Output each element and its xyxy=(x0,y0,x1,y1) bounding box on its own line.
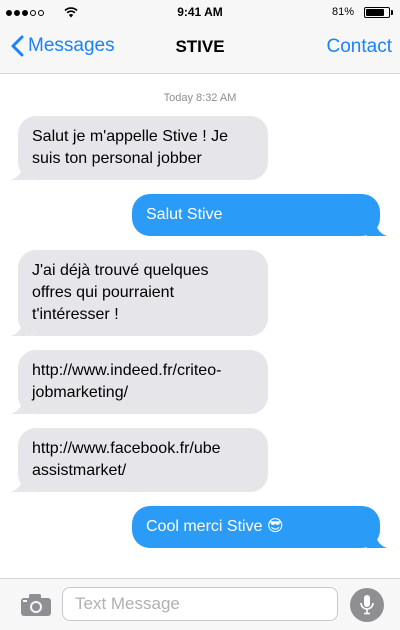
message-bubble-incoming[interactable]: http://www.indeed.fr/criteo- jobmarketin… xyxy=(11,350,268,414)
message-line: offres qui pourraient xyxy=(32,284,175,301)
status-bar: 9:41 AM 81% xyxy=(0,0,400,22)
message-line: suis ton personal jobber xyxy=(32,150,202,167)
battery-tip xyxy=(391,10,393,15)
camera-icon[interactable] xyxy=(20,593,52,617)
battery-icon xyxy=(364,7,390,18)
message-bubble-outgoing[interactable]: Cool merci Stive 😎 xyxy=(132,506,387,548)
message-line: Salut je m'appelle Stive ! Je xyxy=(32,128,229,145)
message-bubble-incoming[interactable]: J'ai déjà trouvé quelques offres qui pou… xyxy=(11,250,268,336)
message-line: t'intéresser ! xyxy=(32,306,119,323)
message-input-bar xyxy=(0,578,400,630)
bubble-tail xyxy=(11,162,31,180)
message-bubble-incoming[interactable]: Salut je m'appelle Stive ! Je suis ton p… xyxy=(11,116,268,180)
battery-fill xyxy=(366,9,384,16)
bubble-tail xyxy=(367,218,387,236)
message-text-input[interactable] xyxy=(62,587,338,621)
navigation-bar: Messages STIVE Contact xyxy=(0,22,400,74)
microphone-button[interactable] xyxy=(350,588,384,622)
message-line: assistmarket/ xyxy=(32,462,127,479)
bubble-tail xyxy=(11,474,31,492)
back-button[interactable]: Messages xyxy=(10,35,115,57)
message-line: J'ai déjà trouvé quelques xyxy=(32,262,209,279)
message-bubble-incoming[interactable]: http://www.facebook.fr/ube assistmarket/ xyxy=(11,428,268,492)
message-line: http://www.facebook.fr/ube xyxy=(32,440,221,457)
chevron-left-icon xyxy=(11,35,24,57)
bubble-tail xyxy=(11,318,31,336)
bubble-tail xyxy=(11,396,31,414)
battery-percent: 81% xyxy=(331,6,354,18)
message-line: Cool merci Stive 😎 xyxy=(146,518,284,535)
bubble-tail xyxy=(367,530,387,548)
message-line: http://www.indeed.fr/criteo- xyxy=(32,362,222,379)
contact-button[interactable]: Contact xyxy=(327,36,392,58)
back-button-label: Messages xyxy=(28,35,115,56)
microphone-icon xyxy=(360,595,374,615)
conversation-timestamp: Today 8:32 AM xyxy=(163,92,237,104)
message-line: Salut Stive xyxy=(146,206,223,223)
message-line: jobmarketing/ xyxy=(32,384,129,401)
message-bubble-outgoing[interactable]: Salut Stive xyxy=(132,194,387,236)
